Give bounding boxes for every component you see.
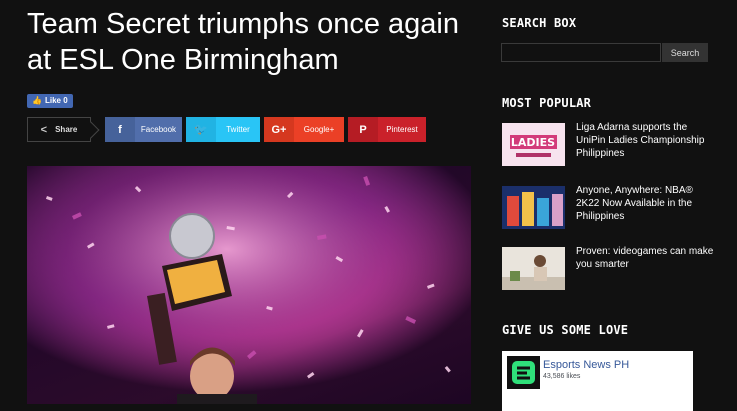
pinterest-icon: P [348, 117, 378, 142]
share-icon: < [40, 123, 48, 136]
share-button[interactable]: < Share [27, 117, 91, 142]
confetti-photo [27, 166, 471, 404]
popular-item[interactable]: Anyone, Anywhere: NBA® 2K22 Now Availabl… [502, 185, 712, 229]
svg-text:LADIES: LADIES [511, 136, 555, 149]
article-title: Team Secret triumphs once again at ESL O… [27, 8, 459, 76]
popular-thumbnail[interactable]: LADIES [502, 123, 565, 166]
give-love-title: GIVE US SOME LOVE [502, 323, 629, 337]
facebook-page-likes: 43,586 likes [543, 373, 581, 380]
share-bar: < Share f Facebook 🐦 Twitter G+ Google+ … [27, 117, 426, 142]
most-popular-title: MOST POPULAR [502, 96, 592, 110]
popular-item[interactable]: LADIES Liga Adarna supports the UniPin L… [502, 122, 712, 166]
popular-item[interactable]: Proven: videogames can make you smarter [502, 246, 713, 290]
article-hero-image [27, 166, 471, 404]
popular-title[interactable]: Anyone, Anywhere: NBA® 2K22 Now Availabl… [576, 184, 716, 223]
pinterest-share-label: Pinterest [386, 125, 418, 134]
like-label: Like 0 [44, 96, 68, 105]
thumbs-up-icon: 👍 [32, 96, 42, 105]
facebook-icon: f [105, 117, 135, 142]
twitter-icon: 🐦 [186, 117, 216, 142]
pinterest-share-button[interactable]: P Pinterest [348, 117, 426, 142]
twitter-share-label: Twitter [226, 125, 250, 134]
esports-news-logo-icon[interactable] [507, 356, 540, 389]
share-label: Share [55, 125, 78, 134]
popular-title[interactable]: Proven: videogames can make you smarter [576, 245, 716, 271]
twitter-share-button[interactable]: 🐦 Twitter [186, 117, 260, 142]
facebook-share-label: Facebook [140, 125, 177, 134]
search-input[interactable] [501, 43, 661, 62]
google-plus-icon: G+ [264, 117, 294, 142]
google-plus-share-button[interactable]: G+ Google+ [264, 117, 344, 142]
facebook-share-button[interactable]: f Facebook [105, 117, 182, 142]
facebook-page-name[interactable]: Esports News PH [543, 359, 629, 371]
google-plus-share-label: Google+ [303, 125, 335, 134]
search-box-title: SEARCH BOX [502, 16, 577, 30]
popular-title[interactable]: Liga Adarna supports the UniPin Ladies C… [576, 121, 716, 160]
facebook-like-button[interactable]: 👍 Like 0 [27, 94, 73, 108]
search-button[interactable]: Search [662, 43, 708, 62]
popular-thumbnail[interactable] [502, 186, 565, 229]
facebook-page-widget[interactable]: Esports News PH 43,586 likes [502, 351, 693, 411]
popular-thumbnail[interactable] [502, 247, 565, 290]
